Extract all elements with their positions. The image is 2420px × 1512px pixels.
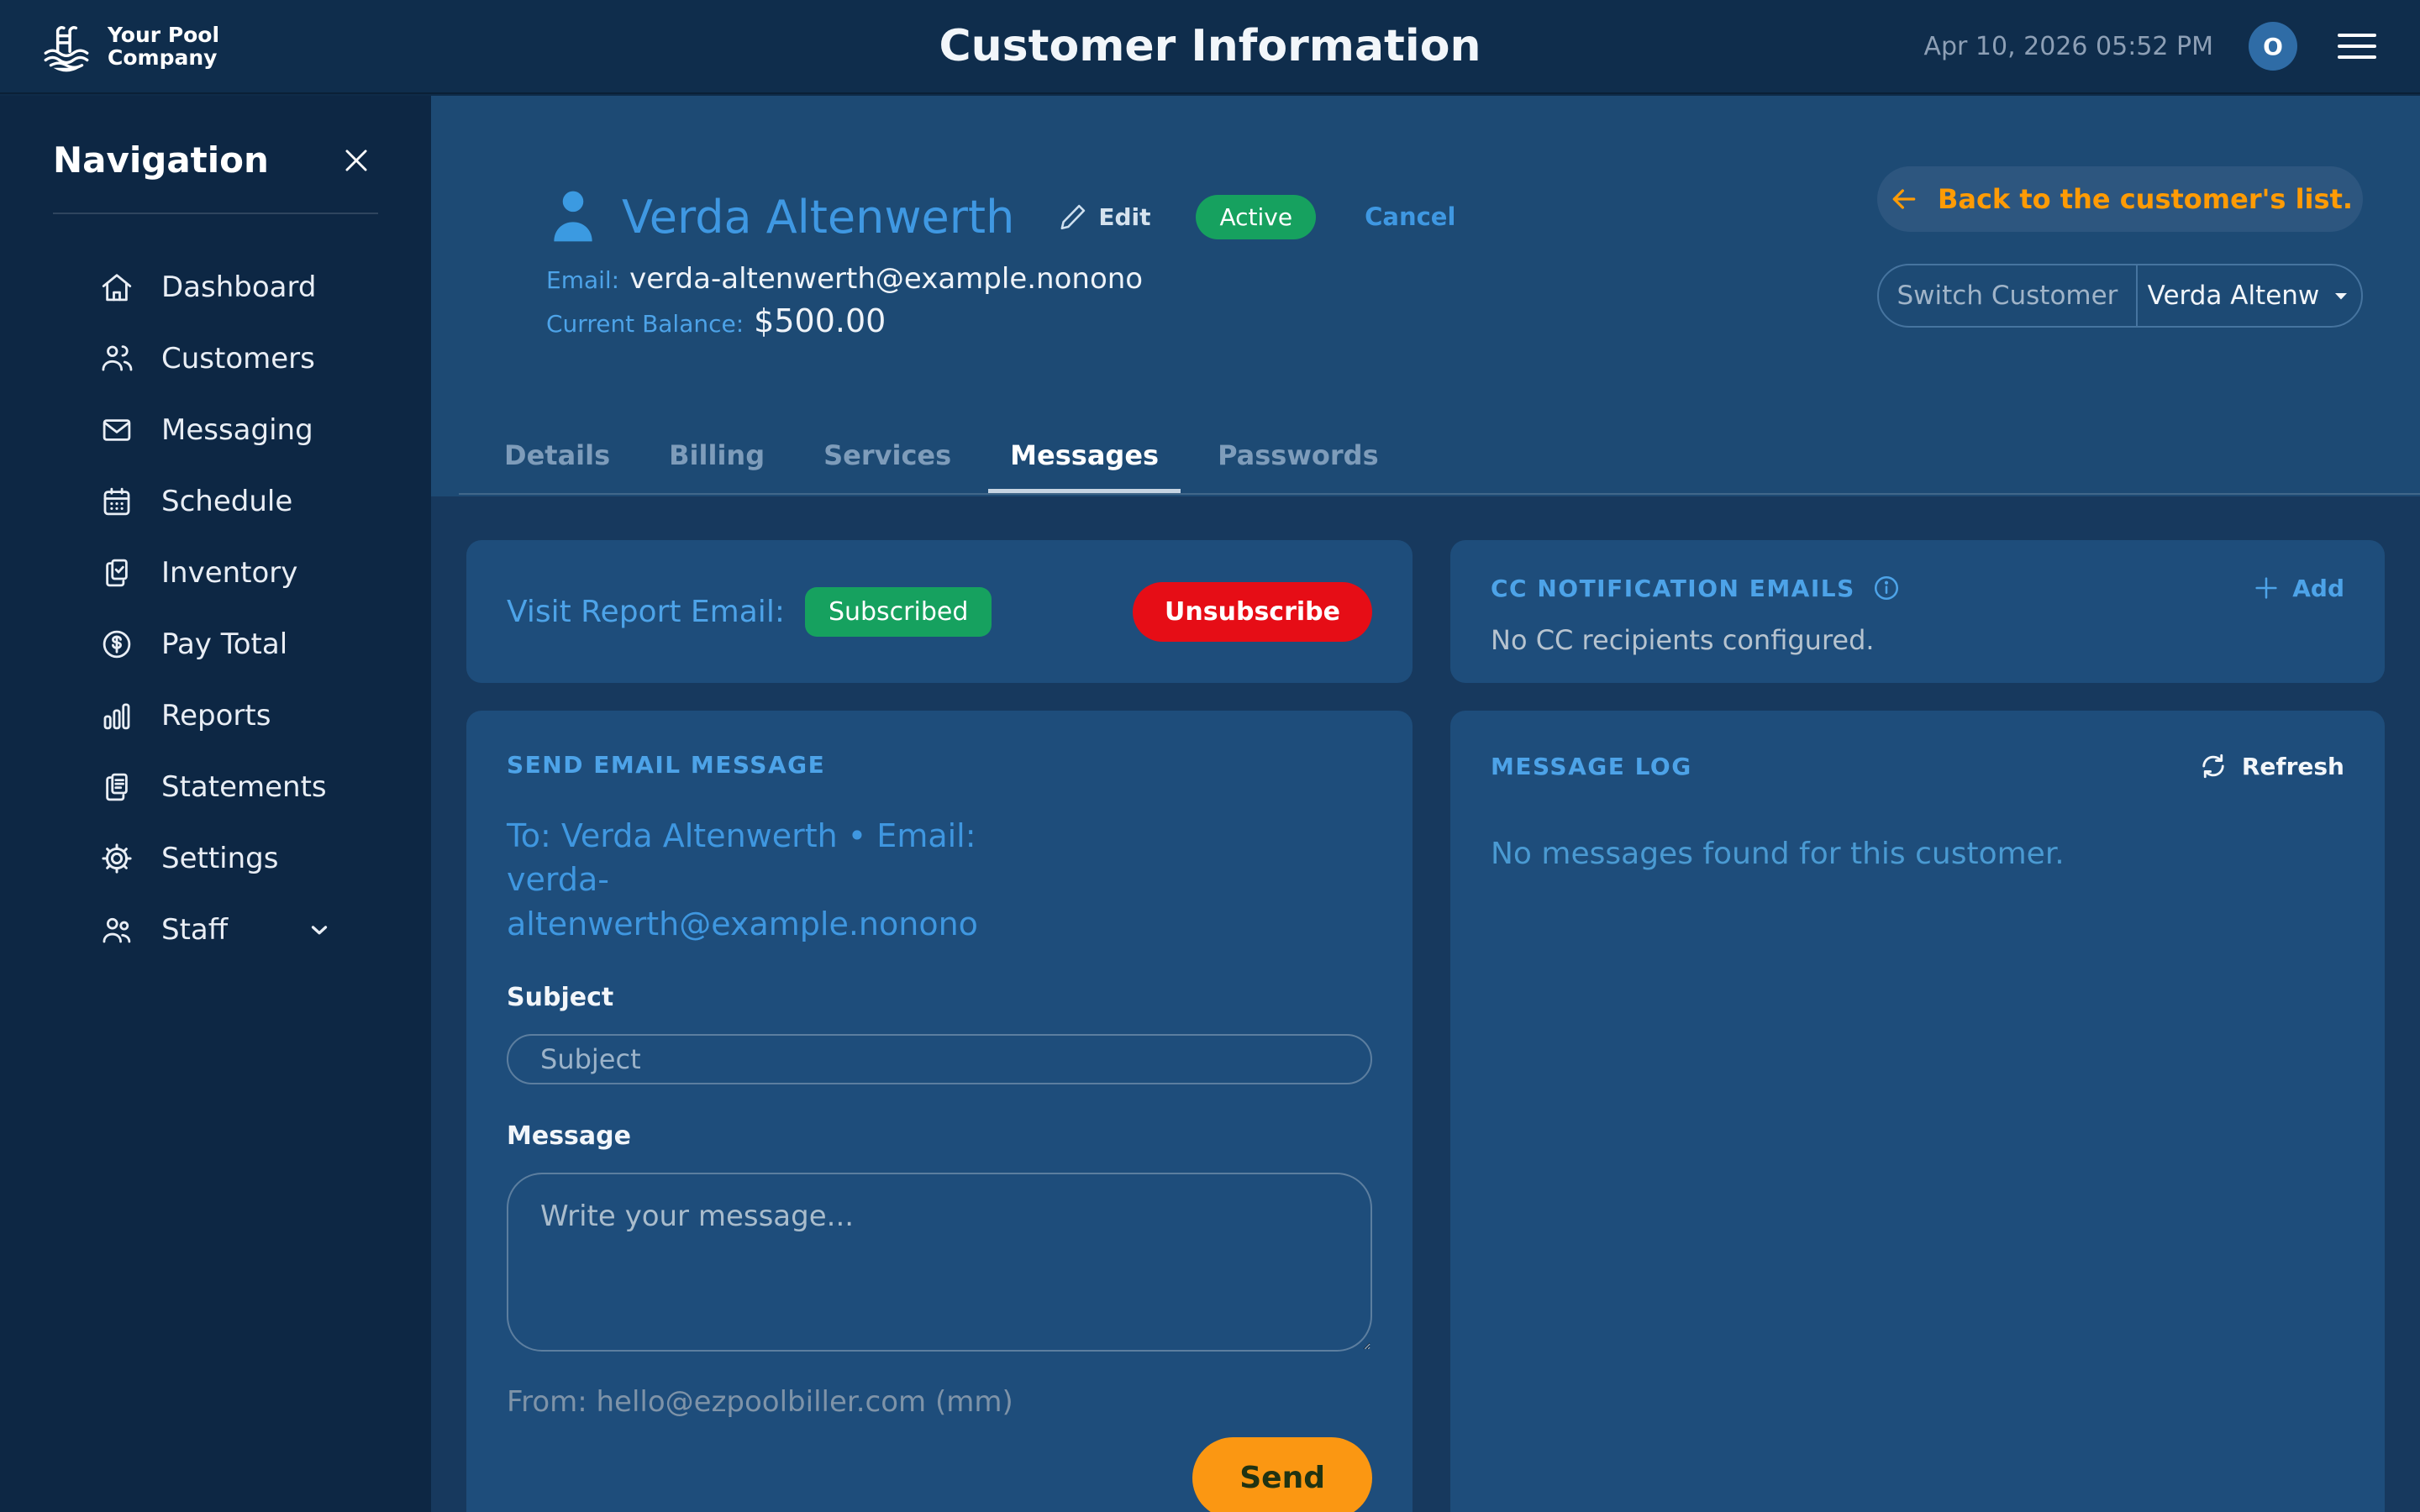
cc-notification-title: CC NOTIFICATION EMAILS xyxy=(1491,575,1855,602)
sidebar-item-label: Settings xyxy=(161,842,278,875)
switch-customer-label: Switch Customer xyxy=(1879,265,2138,326)
switch-customer-dropdown[interactable]: Switch Customer Verda Altenw xyxy=(1877,264,2363,328)
subject-label: Subject xyxy=(507,983,1372,1012)
sidebar-item-label: Dashboard xyxy=(161,270,316,304)
sidebar-item-schedule[interactable]: Schedule xyxy=(0,465,431,537)
send-email-card: SEND EMAIL MESSAGE To: Verda Altenwerth … xyxy=(466,711,1413,1512)
hamburger-menu-icon[interactable] xyxy=(2333,29,2381,64)
tab-bar: Details Billing Services Messages Passwo… xyxy=(459,436,2420,495)
dollar-icon xyxy=(99,627,134,662)
arrow-left-icon xyxy=(1887,182,1921,216)
sidebar-item-label: Messaging xyxy=(161,413,313,447)
main-content: Verda Altenwerth Edit Active Cancel Emai… xyxy=(431,96,2420,1512)
pencil-icon xyxy=(1058,202,1088,232)
add-cc-button[interactable]: Add xyxy=(2252,574,2344,602)
gear-icon xyxy=(99,841,134,876)
sidebar-item-customers[interactable]: Customers xyxy=(0,323,431,394)
message-log-title: MESSAGE LOG xyxy=(1491,753,1692,780)
sidebar-title: Navigation xyxy=(53,139,269,181)
sidebar-item-reports[interactable]: Reports xyxy=(0,680,431,751)
sidebar-item-label: Reports xyxy=(161,699,271,732)
sidebar-item-messaging[interactable]: Messaging xyxy=(0,394,431,465)
customer-email-row: Email: verda-altenwerth@example.nonono xyxy=(546,262,1143,296)
subject-input[interactable] xyxy=(507,1034,1372,1084)
page: Your Pool Company Customer Information A… xyxy=(0,0,2420,1512)
sidebar-item-label: Pay Total xyxy=(161,627,287,661)
customers-icon xyxy=(99,341,134,376)
customer-name: Verda Altenwerth xyxy=(622,191,1014,244)
tab-details[interactable]: Details xyxy=(482,439,632,493)
sidebar-item-dashboard[interactable]: Dashboard xyxy=(0,251,431,323)
current-datetime: Apr 10, 2026 05:52 PM xyxy=(1923,32,2213,61)
sidebar-item-pay-total[interactable]: Pay Total xyxy=(0,608,431,680)
sidebar-item-inventory[interactable]: Inventory xyxy=(0,537,431,608)
statement-icon xyxy=(99,769,134,805)
tab-messages[interactable]: Messages xyxy=(988,439,1181,493)
unsubscribe-button[interactable]: Unsubscribe xyxy=(1133,582,1372,642)
close-icon[interactable] xyxy=(340,144,372,176)
sidebar-item-label: Staff xyxy=(161,913,228,947)
message-log-card: MESSAGE LOG Refresh No messages found fo… xyxy=(1450,711,2385,1512)
sidebar: Navigation Dashboard Customers xyxy=(0,96,431,1512)
sidebar-nav: Dashboard Customers Messaging xyxy=(0,251,431,965)
envelope-icon xyxy=(99,412,134,448)
plus-icon xyxy=(2252,574,2281,602)
visit-report-card: Visit Report Email: Subscribed Unsubscri… xyxy=(466,540,1413,683)
message-log-empty-text: No messages found for this customer. xyxy=(1491,837,2344,871)
edit-button[interactable]: Edit xyxy=(1058,202,1150,232)
sidebar-divider xyxy=(53,213,378,214)
tab-billing[interactable]: Billing xyxy=(647,439,786,493)
customer-balance-row: Current Balance: $500.00 xyxy=(546,302,886,339)
pool-ladder-logo-icon xyxy=(39,18,94,74)
visit-report-label: Visit Report Email: xyxy=(507,595,785,629)
sidebar-item-staff[interactable]: Staff xyxy=(0,894,431,965)
email-to-line: To: Verda Altenwerth • Email: verda-alte… xyxy=(507,814,1028,946)
refresh-icon xyxy=(2198,751,2228,781)
user-avatar[interactable]: O xyxy=(2249,22,2297,71)
calendar-icon xyxy=(99,484,134,519)
back-to-customers-button[interactable]: Back to the customer's list. xyxy=(1877,166,2363,232)
clipboard-check-icon xyxy=(99,555,134,591)
message-label: Message xyxy=(507,1121,1372,1151)
message-textarea[interactable] xyxy=(507,1173,1372,1352)
app-header: Your Pool Company Customer Information A… xyxy=(0,0,2420,94)
home-icon xyxy=(99,270,134,305)
cc-notification-card: CC NOTIFICATION EMAILS Add No CC xyxy=(1450,540,2385,683)
tab-passwords[interactable]: Passwords xyxy=(1196,439,1401,493)
switch-customer-value: Verda Altenw xyxy=(2148,281,2320,311)
messages-tab-panel: Visit Report Email: Subscribed Unsubscri… xyxy=(431,496,2420,1512)
refresh-button[interactable]: Refresh xyxy=(2198,751,2344,781)
status-badge: Active xyxy=(1196,195,1316,239)
email-label: Email: xyxy=(546,266,619,294)
cc-empty-text: No CC recipients configured. xyxy=(1491,624,2344,656)
cancel-link[interactable]: Cancel xyxy=(1365,202,1455,231)
chevron-down-icon xyxy=(307,917,332,942)
sidebar-item-label: Schedule xyxy=(161,485,292,518)
sidebar-item-label: Customers xyxy=(161,342,315,375)
info-icon[interactable] xyxy=(1872,574,1901,602)
brand-logo: Your Pool Company xyxy=(39,18,219,74)
subscribed-badge: Subscribed xyxy=(805,587,992,637)
sidebar-item-statements[interactable]: Statements xyxy=(0,751,431,822)
from-line: From: hello@ezpoolbiller.com (mm) xyxy=(507,1385,1372,1419)
brand-name: Your Pool Company xyxy=(108,24,219,69)
send-email-title: SEND EMAIL MESSAGE xyxy=(507,751,1372,779)
sidebar-item-settings[interactable]: Settings xyxy=(0,822,431,894)
caret-down-icon xyxy=(2331,286,2351,306)
email-value: verda-altenwerth@example.nonono xyxy=(629,262,1143,296)
bar-chart-icon xyxy=(99,698,134,733)
customer-avatar-icon xyxy=(546,186,600,247)
balance-value: $500.00 xyxy=(754,302,886,339)
send-button[interactable]: Send xyxy=(1192,1437,1372,1512)
tab-services[interactable]: Services xyxy=(802,439,973,493)
sidebar-item-label: Statements xyxy=(161,770,327,804)
staff-icon xyxy=(99,912,134,948)
sidebar-item-label: Inventory xyxy=(161,556,297,590)
balance-label: Current Balance: xyxy=(546,310,744,338)
